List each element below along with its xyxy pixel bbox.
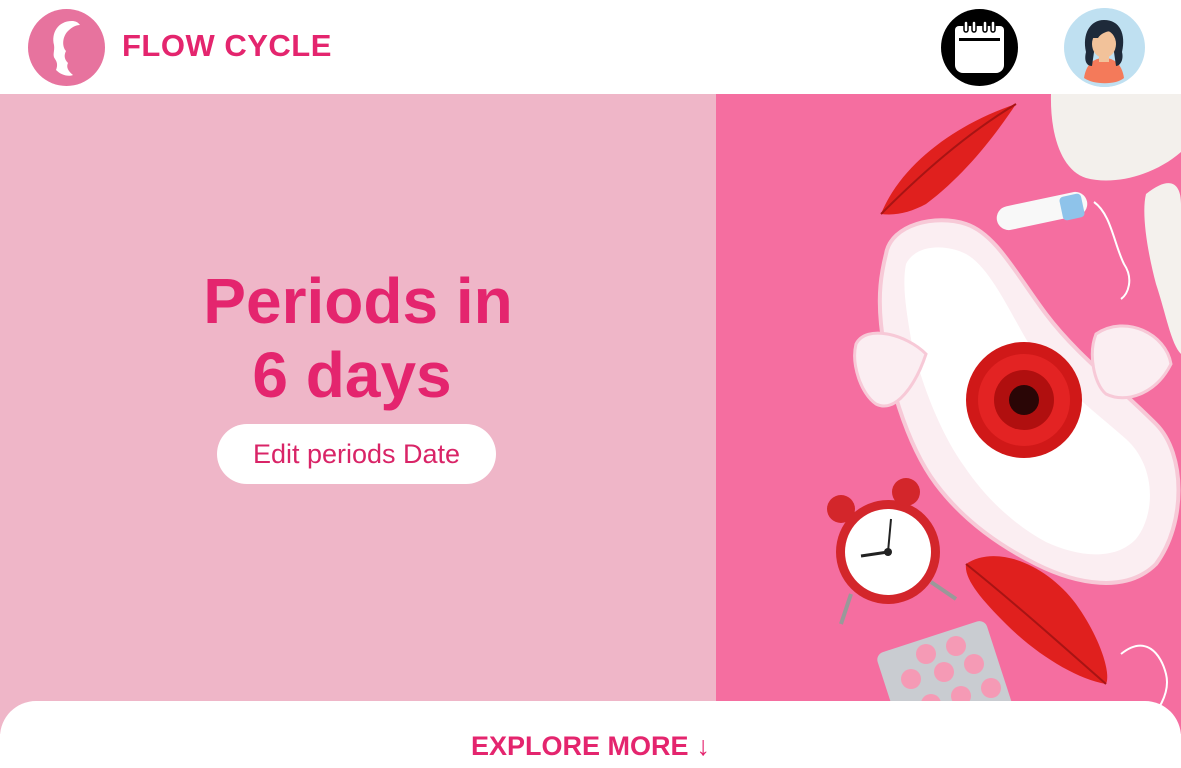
menstrual-products-illustration — [716, 94, 1181, 734]
top-bar: FLOW CYCLE — [0, 0, 1181, 94]
calendar-button[interactable] — [941, 9, 1018, 86]
woman-silhouette-icon — [53, 21, 80, 76]
brand-name: FLOW CYCLE — [122, 28, 332, 63]
logo — [28, 9, 105, 86]
arrow-down-icon: ↓ — [696, 731, 711, 761]
next-period-line2: 6 days — [252, 339, 452, 411]
hero-panel — [0, 94, 716, 734]
explore-more-label: EXPLORE MORE — [470, 731, 689, 761]
menstrual-products-photo — [716, 94, 1181, 734]
explore-more-button[interactable]: EXPLORE MORE ↓ — [0, 729, 1181, 763]
calendar-icon — [955, 20, 1004, 73]
edit-period-date-button[interactable]: Edit periods Date — [217, 424, 496, 484]
user-avatar[interactable] — [1064, 8, 1145, 87]
red-flower — [966, 342, 1082, 458]
user-avatar-icon — [1065, 8, 1144, 87]
next-period-line1: Periods in — [203, 265, 513, 337]
next-period-heading: Periods in 6 days — [0, 264, 716, 412]
